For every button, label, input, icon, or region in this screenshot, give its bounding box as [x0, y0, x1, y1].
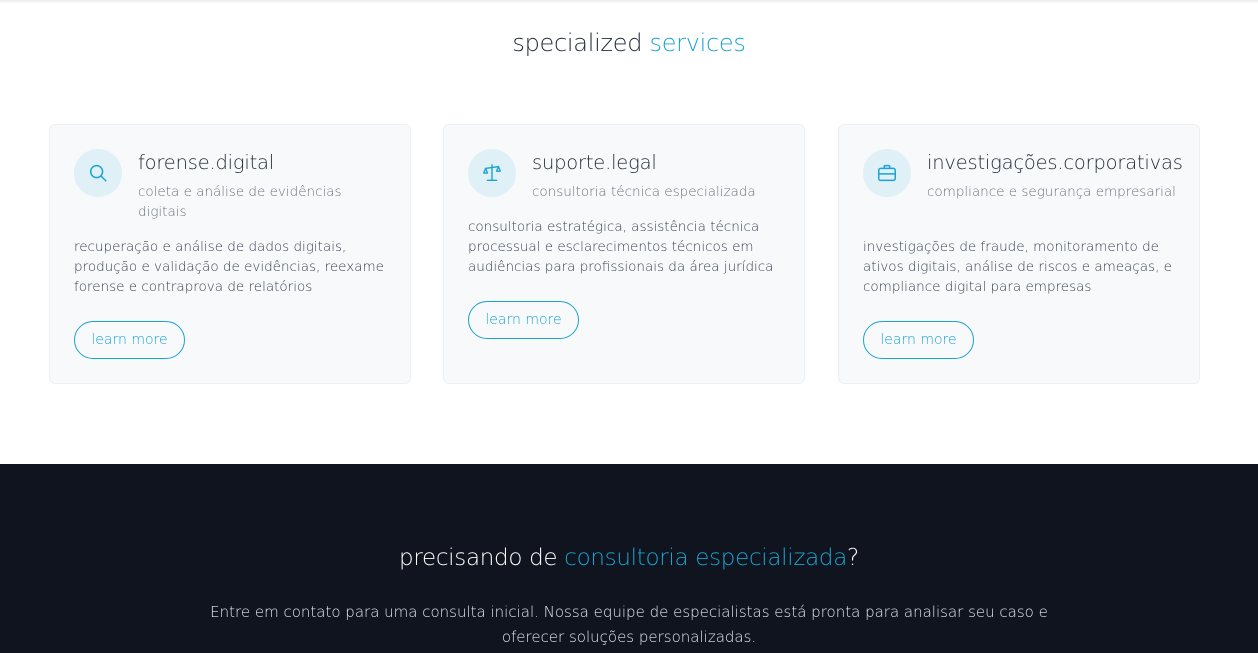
scale-icon [468, 149, 516, 197]
briefcase-icon [863, 149, 911, 197]
learn-more-button[interactable]: learn more [468, 301, 579, 339]
header-shadow [0, 0, 1258, 4]
section-title: specialized services [0, 29, 1258, 57]
search-icon [74, 149, 122, 197]
cta-title-suffix: ? [847, 545, 859, 571]
card-description: consultoria estratégica, assistência téc… [468, 219, 774, 275]
cta-title: precisando de consultoria especializada? [0, 545, 1258, 571]
service-card-investigacoes: investigações.corporativas compliance e … [838, 124, 1200, 384]
card-subtitle: coleta e análise de evidências digitais [138, 184, 342, 220]
card-subtitle: compliance e segurança empresarial [927, 184, 1176, 200]
section-title-accent: services [649, 29, 746, 57]
learn-more-button[interactable]: learn more [863, 321, 974, 359]
cta-title-plain: precisando de [399, 545, 558, 571]
cta-text: Entre em contato para uma consulta inici… [210, 603, 1048, 646]
cta-title-accent: consultoria especializada [564, 545, 848, 571]
card-title: suporte.legal [532, 151, 657, 174]
service-card-suporte: suporte.legal consultoria técnica especi… [443, 124, 805, 384]
card-title: investigações.corporativas [927, 151, 1183, 174]
section-title-plain: specialized [512, 29, 643, 57]
cta-section: precisando de consultoria especializada?… [0, 464, 1258, 653]
card-title: forense.digital [138, 151, 275, 174]
card-description: investigações de fraude, monitoramento d… [863, 239, 1172, 295]
service-card-forense: forense.digital coleta e análise de evid… [49, 124, 411, 384]
learn-more-button[interactable]: learn more [74, 321, 185, 359]
card-subtitle: consultoria técnica especializada [532, 184, 756, 200]
card-description: recuperação e análise de dados digitais,… [74, 239, 384, 295]
